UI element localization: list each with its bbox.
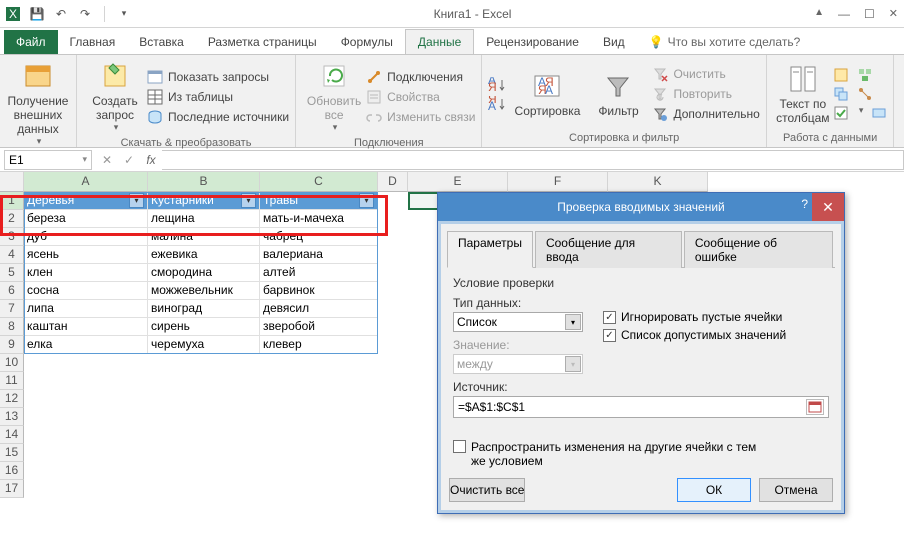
svg-text:А: А	[488, 99, 496, 112]
ok-button[interactable]: ОК	[677, 478, 751, 502]
ribbon: Получение внешних данных▾ Создать запрос…	[0, 54, 904, 148]
tab-page-layout[interactable]: Разметка страницы	[196, 30, 329, 54]
properties-icon	[366, 89, 382, 105]
maximize-icon[interactable]: ☐	[864, 7, 875, 21]
clear-filter-button: Очистить	[652, 66, 759, 82]
show-queries-button[interactable]: Показать запросы	[147, 69, 289, 85]
advanced-icon	[652, 106, 668, 122]
save-icon[interactable]: 💾	[30, 7, 44, 21]
recent-sources-button[interactable]: Последние источники	[147, 109, 289, 125]
dialog-tab-settings[interactable]: Параметры	[447, 231, 533, 268]
dialog-tab-input-message[interactable]: Сообщение для ввода	[535, 231, 682, 268]
name-box[interactable]: E1▾	[4, 150, 92, 170]
tab-file[interactable]: Файл	[4, 30, 58, 54]
formula-bar: E1▾ ✕ ✓ fx	[0, 148, 904, 172]
validation-criteria-label: Условие проверки	[453, 276, 829, 290]
ribbon-options-icon[interactable]: ▲	[814, 7, 824, 21]
enter-formula-icon: ✓	[118, 153, 140, 167]
window-title: Книга1 - Excel	[131, 7, 814, 21]
dropdown-icon[interactable]: ▾	[859, 105, 864, 121]
in-cell-dropdown-checkbox[interactable]: ✓Список допустимых значений	[603, 328, 786, 342]
range-picker-icon[interactable]	[806, 399, 824, 415]
svg-text:X: X	[9, 7, 17, 21]
group-label: Сортировка и фильтр	[488, 130, 759, 146]
reapply-icon	[652, 86, 668, 102]
cancel-button[interactable]: Отмена	[759, 478, 833, 502]
tell-me[interactable]: 💡Что вы хотите сделать?	[637, 30, 813, 54]
lightbulb-icon: 💡	[649, 35, 664, 49]
sort-button[interactable]: АЯЯА Сортировка	[510, 58, 584, 130]
help-icon[interactable]: ?	[801, 197, 808, 211]
ignore-blank-checkbox[interactable]: ✓Игнорировать пустые ячейки	[603, 310, 786, 324]
reapply-button: Повторить	[652, 86, 759, 102]
edit-links-icon	[366, 109, 382, 125]
source-input[interactable]: =$A$1:$C$1	[453, 396, 829, 418]
remove-duplicates-icon[interactable]	[833, 86, 849, 102]
connections-icon	[366, 69, 382, 85]
new-query-button[interactable]: Создать запрос▾	[83, 58, 147, 135]
close-icon[interactable]: ✕	[889, 7, 898, 21]
from-table-button[interactable]: Из таблицы	[147, 89, 289, 105]
tab-home[interactable]: Главная	[58, 30, 128, 54]
refresh-icon	[318, 60, 350, 92]
undo-icon[interactable]: ↶	[54, 7, 68, 21]
cancel-formula-icon: ✕	[96, 153, 118, 167]
tab-insert[interactable]: Вставка	[127, 30, 196, 54]
value-label: Значение:	[453, 338, 583, 352]
data-validation-dialog: Проверка вводимых значений ? ✕ Параметры…	[437, 192, 845, 514]
minimize-icon[interactable]: —	[838, 7, 850, 21]
svg-text:А: А	[545, 83, 553, 97]
external-data-icon	[22, 60, 54, 92]
tab-formulas[interactable]: Формулы	[329, 30, 405, 54]
fx-icon[interactable]: fx	[140, 153, 162, 167]
redo-icon[interactable]: ↷	[78, 7, 92, 21]
dialog-tab-error-alert[interactable]: Сообщение об ошибке	[684, 231, 833, 268]
text-to-columns-icon	[787, 63, 819, 95]
consolidate-icon[interactable]	[857, 67, 873, 83]
connections-button[interactable]: Подключения	[366, 69, 475, 85]
formula-input[interactable]	[162, 150, 904, 170]
sort-za-button[interactable]: ЯА	[488, 96, 504, 112]
source-label: Источник:	[453, 380, 829, 394]
edit-links-button: Изменить связи	[366, 109, 475, 125]
recent-sources-icon	[147, 109, 163, 125]
sort-za-icon: ЯА	[488, 96, 504, 112]
manage-data-model-icon[interactable]	[871, 105, 887, 121]
svg-text:Я: Я	[488, 80, 497, 93]
tab-review[interactable]: Рецензирование	[474, 30, 591, 54]
filter-icon	[602, 70, 634, 102]
text-to-columns-button[interactable]: Текст по столбцам	[773, 58, 833, 130]
clear-icon	[652, 66, 668, 82]
apply-changes-checkbox[interactable]: Распространить изменения на другие ячейк…	[453, 440, 829, 468]
customize-qat-icon[interactable]: ▾	[117, 7, 131, 21]
data-type-label: Тип данных:	[453, 296, 583, 310]
filter-button[interactable]: Фильтр	[590, 58, 646, 130]
get-external-data-button[interactable]: Получение внешних данных▾	[6, 58, 70, 149]
data-validation-icon[interactable]	[833, 105, 849, 121]
show-queries-icon	[147, 69, 163, 85]
tab-data[interactable]: Данные	[405, 29, 474, 54]
ribbon-tabs: Файл Главная Вставка Разметка страницы Ф…	[0, 28, 904, 54]
refresh-all-button[interactable]: Обновить все▾	[302, 58, 366, 135]
group-label: Работа с данными	[773, 130, 888, 146]
flash-fill-icon[interactable]	[833, 67, 849, 83]
sort-icon: АЯЯА	[531, 70, 563, 102]
dialog-close-button[interactable]: ✕	[812, 193, 844, 221]
tab-view[interactable]: Вид	[591, 30, 637, 54]
value-select: между▾	[453, 354, 583, 374]
dialog-title: Проверка вводимых значений ? ✕	[438, 193, 844, 221]
properties-button: Свойства	[366, 89, 475, 105]
advanced-filter-button[interactable]: Дополнительно	[652, 106, 759, 122]
data-type-select[interactable]: Список▾	[453, 312, 583, 332]
excel-icon: X	[6, 7, 20, 21]
clear-all-button[interactable]: Очистить все	[449, 478, 525, 502]
sort-az-icon: АЯ	[488, 77, 504, 93]
new-query-icon	[99, 60, 131, 92]
sort-az-button[interactable]: АЯ	[488, 77, 504, 93]
from-table-icon	[147, 89, 163, 105]
relationships-icon[interactable]	[857, 86, 873, 102]
